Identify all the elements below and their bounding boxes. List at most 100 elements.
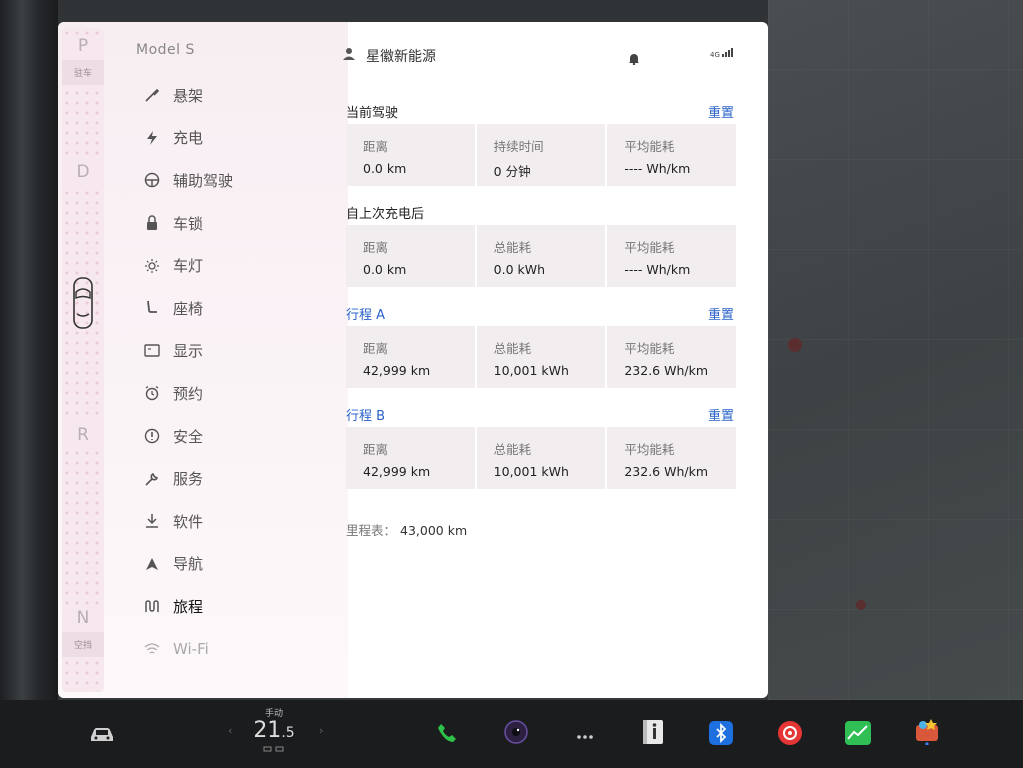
sidebar-item-charging[interactable]: 充电 xyxy=(142,117,342,160)
temp-decrease-icon[interactable]: ‹ xyxy=(228,724,232,737)
energy-chart-icon[interactable] xyxy=(845,720,871,746)
seat-heater-icons xyxy=(252,745,296,755)
gear-selector[interactable]: P 驻车 D R N 空挡 xyxy=(62,28,104,692)
reset-trip-a-button[interactable]: 重置 xyxy=(708,304,734,323)
sidebar-item-label: 软件 xyxy=(173,512,204,531)
bell-icon[interactable] xyxy=(628,50,640,69)
map-marker xyxy=(856,600,866,610)
bluetooth-icon[interactable] xyxy=(709,720,733,746)
stat-card-distance: 距离 0.0 km xyxy=(346,124,475,186)
steering-wheel-icon xyxy=(142,170,162,190)
sidebar-item-label: 车锁 xyxy=(173,214,204,233)
reset-trip-b-button[interactable]: 重置 xyxy=(708,405,734,424)
sidebar-item-label: 充电 xyxy=(173,129,204,148)
climate-temperature[interactable]: 手动 21.5 xyxy=(252,706,296,755)
stat-card-total-energy: 总能耗 10,001 kWh xyxy=(476,326,606,388)
more-apps-icon[interactable] xyxy=(576,724,594,750)
user-icon xyxy=(342,47,356,65)
stat-card-avg-energy: 平均能耗 ---- Wh/km xyxy=(607,124,737,186)
stat-cards: 距离 42,999 km 总能耗 10,001 kWh 平均能耗 232.6 W… xyxy=(346,326,737,388)
stat-label: 距离 xyxy=(363,341,389,356)
sidebar-item-label: 悬架 xyxy=(173,86,204,105)
stat-label: 平均能耗 xyxy=(624,139,675,154)
sidebar-item-lights[interactable]: 车灯 xyxy=(142,244,342,287)
section-title: 行程 A xyxy=(346,308,386,323)
stat-label: 平均能耗 xyxy=(624,240,675,255)
temp-int: 21 xyxy=(253,718,282,743)
trip-b-section: 行程 B 重置 距离 42,999 km 总能耗 10,001 kWh 平均能耗… xyxy=(346,405,737,489)
stat-value: 10,001 kWh xyxy=(493,464,569,479)
bolt-icon xyxy=(142,128,162,148)
map-marker xyxy=(788,338,802,352)
lock-icon xyxy=(142,213,162,233)
reset-current-button[interactable]: 重置 xyxy=(708,102,734,121)
stat-card-total-energy: 总能耗 0.0 kWh xyxy=(476,225,606,287)
user-profile[interactable]: 星徽新能源 xyxy=(342,46,436,66)
wifi-icon xyxy=(142,639,162,659)
gear-neutral-letter: N xyxy=(76,608,90,628)
sidebar-item-label: 导航 xyxy=(173,555,204,574)
sidebar-item-label: Wi-Fi xyxy=(173,640,209,659)
sidebar-item-label: 预约 xyxy=(173,384,204,403)
stat-value: 10,001 kWh xyxy=(493,363,569,378)
sidebar-item-service[interactable]: 服务 xyxy=(142,457,342,500)
sidebar-item-safety[interactable]: 安全 xyxy=(142,415,342,458)
section-title: 当前驾驶 xyxy=(346,106,399,121)
gear-park[interactable]: P 驻车 xyxy=(62,36,104,85)
sidebar-item-autopilot[interactable]: 辅助驾驶 xyxy=(142,159,342,202)
sidebar-item-label: 车灯 xyxy=(173,257,204,276)
gear-park-letter: P xyxy=(77,36,89,56)
stat-value: 0 分钟 xyxy=(493,164,531,179)
car-icon[interactable] xyxy=(88,722,116,748)
sidebar-item-trips[interactable]: 旅程 xyxy=(142,585,342,628)
gear-reverse[interactable]: R xyxy=(62,421,104,449)
toybox-icon[interactable] xyxy=(914,718,940,745)
gear-neutral[interactable]: N 空挡 xyxy=(62,608,104,657)
trip-a-section: 行程 A 重置 距离 42,999 km 总能耗 10,001 kWh 平均能耗… xyxy=(346,304,737,388)
cellular-signal-icon: 4G xyxy=(710,48,734,59)
gear-drive[interactable]: D xyxy=(62,158,104,186)
stat-label: 距离 xyxy=(363,139,389,154)
sidebar-item-label: 旅程 xyxy=(173,597,204,616)
sidebar-item-label: 服务 xyxy=(173,470,204,489)
settings-panel: P 驻车 D R N 空挡 Model S 悬架 充电 辅助驾驶 车锁 车灯 座… xyxy=(58,22,768,698)
temp-increase-icon[interactable]: › xyxy=(319,724,323,737)
temperature-value: 21.5 xyxy=(252,719,296,745)
sidebar-item-suspension[interactable]: 悬架 xyxy=(142,74,342,117)
camera-icon[interactable] xyxy=(503,719,529,745)
stat-label: 持续时间 xyxy=(493,139,544,154)
display-icon xyxy=(142,341,162,361)
stat-label: 总能耗 xyxy=(493,341,532,356)
stat-value: 42,999 km xyxy=(363,363,431,378)
stat-label: 总能耗 xyxy=(493,442,532,457)
seat-icon xyxy=(142,298,162,318)
vehicle-model-name: Model S xyxy=(136,42,195,58)
map-view[interactable] xyxy=(768,0,1023,700)
sidebar-item-locks[interactable]: 车锁 xyxy=(142,202,342,245)
odometer-value: 43,000 km xyxy=(400,523,468,538)
stat-value: 232.6 Wh/km xyxy=(624,363,709,378)
gear-park-label: 驻车 xyxy=(62,60,104,85)
sidebar-item-seats[interactable]: 座椅 xyxy=(142,287,342,330)
stat-card-distance: 距离 42,999 km xyxy=(346,326,475,388)
since-charge-section: 自上次充电后 距离 0.0 km 总能耗 0.0 kWh 平均能耗 ---- W… xyxy=(346,203,737,287)
info-circle-icon xyxy=(142,426,162,446)
sidebar-item-label: 显示 xyxy=(173,342,204,361)
sidebar-item-display[interactable]: 显示 xyxy=(142,330,342,373)
music-app-icon[interactable] xyxy=(777,720,803,746)
stat-card-total-energy: 总能耗 10,001 kWh xyxy=(476,427,606,489)
sidebar-item-navigation[interactable]: 导航 xyxy=(142,543,342,586)
sidebar-item-label: 安全 xyxy=(173,427,204,446)
manual-icon[interactable] xyxy=(641,719,665,745)
stat-label: 总能耗 xyxy=(493,240,532,255)
phone-icon[interactable] xyxy=(436,720,458,746)
sidebar-item-software[interactable]: 软件 xyxy=(142,500,342,543)
sidebar-item-schedule[interactable]: 预约 xyxy=(142,372,342,415)
navigation-arrow-icon xyxy=(142,554,162,574)
stat-label: 平均能耗 xyxy=(624,341,675,356)
sidebar-item-wifi[interactable]: Wi-Fi xyxy=(142,628,342,671)
sidebar-item-label: 座椅 xyxy=(173,299,204,318)
wrench-icon xyxy=(142,469,162,489)
car-top-view-icon xyxy=(73,277,93,329)
gear-neutral-label: 空挡 xyxy=(62,632,104,657)
